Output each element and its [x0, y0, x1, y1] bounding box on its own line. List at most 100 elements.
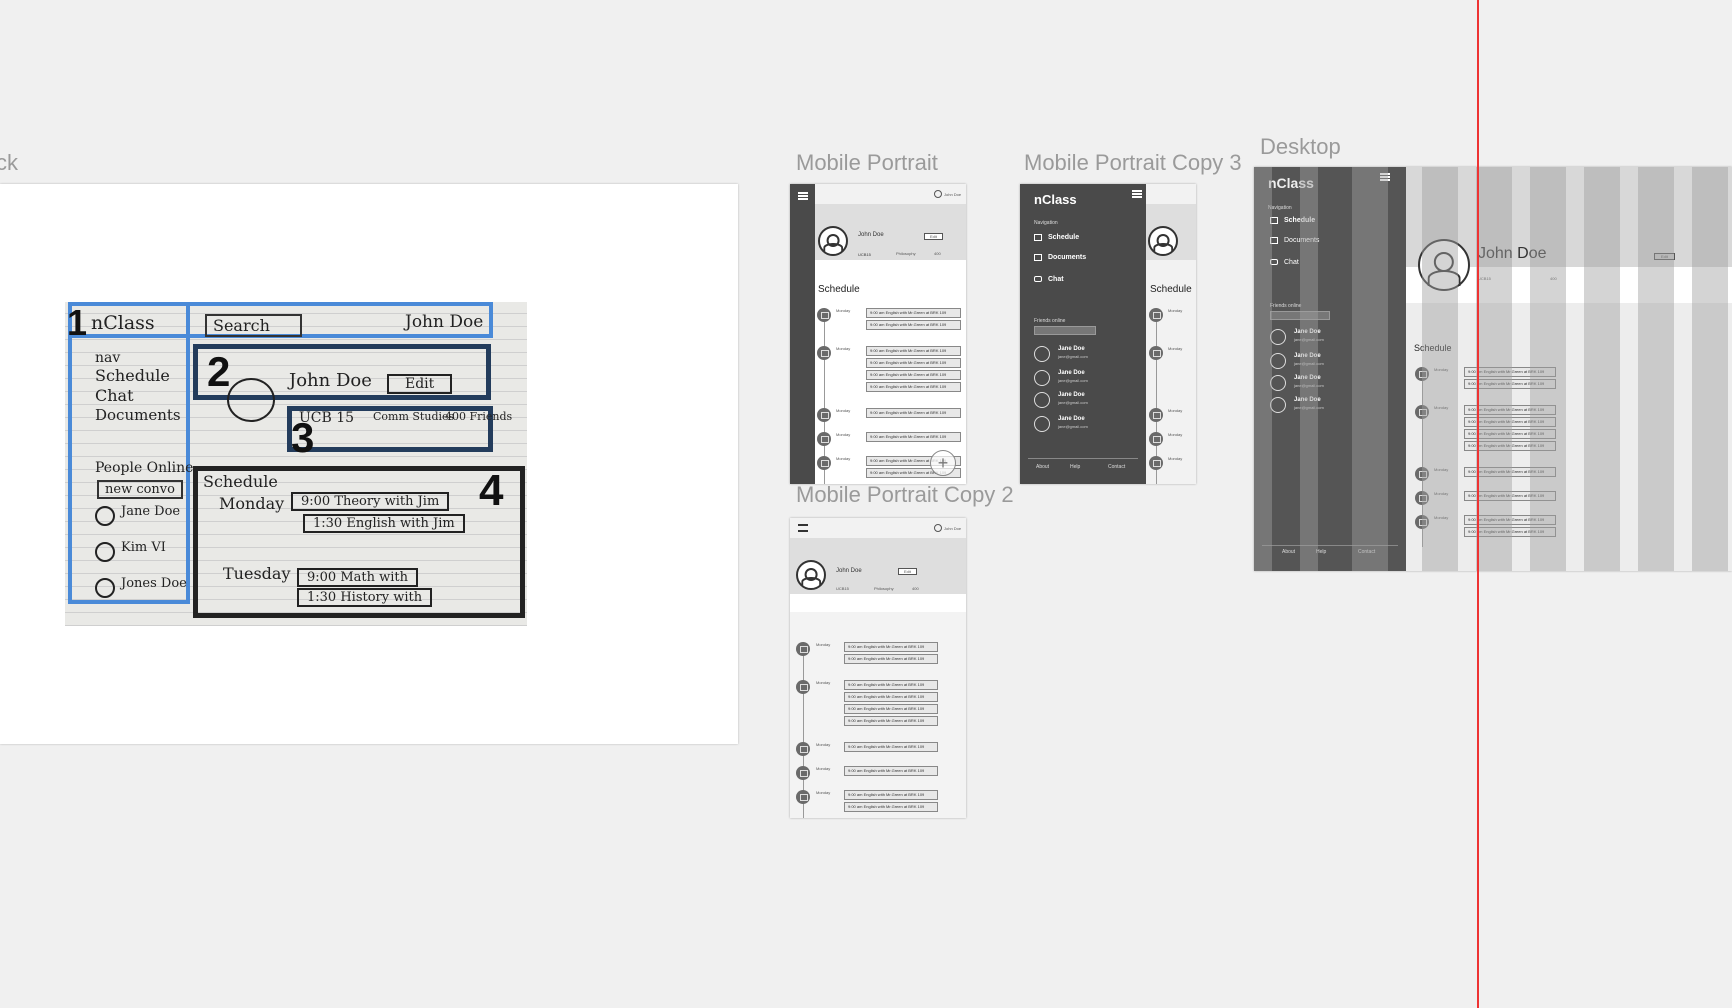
- day-label: Monday: [816, 766, 831, 771]
- day-label: Monday: [836, 346, 851, 351]
- day-label: Monday: [1168, 456, 1183, 461]
- friend-email: jane@gmail.com: [1058, 378, 1088, 383]
- mobile-copy2-label[interactable]: Mobile Portrait Copy 2: [796, 482, 1014, 508]
- sketch-avatar-icon: [95, 578, 115, 598]
- nav-item-chat[interactable]: Chat: [1048, 276, 1064, 283]
- mobile-copy3-label[interactable]: Mobile Portrait Copy 3: [1024, 150, 1242, 176]
- schedule-event[interactable]: 9:00 am English with Mr.Green at BRK 109: [866, 370, 961, 380]
- sketch-major: Comm Studies: [373, 410, 455, 423]
- calendar-icon: [1149, 346, 1163, 360]
- sketch-avatar-icon: [95, 506, 115, 526]
- sketch-person-2: Kim VI: [121, 540, 166, 555]
- day-label: Monday: [816, 742, 831, 747]
- user-chip-name[interactable]: John Doe: [944, 526, 961, 531]
- sketch-brand: nClass: [91, 312, 155, 334]
- friend-avatar-icon: [1034, 370, 1050, 386]
- day-label: Monday: [836, 432, 851, 437]
- sketch-monday-event-2: 1:30 English with Jim: [303, 514, 465, 533]
- mobile-portrait-artboard[interactable]: John Doe John Doe Edit UCB15 Philosophy …: [790, 184, 966, 484]
- stat-friends: 400: [912, 586, 919, 591]
- sketch-nav-chat: Chat: [95, 386, 134, 405]
- schedule-event[interactable]: 9:00 am English with Mr.Green at BRK 109: [844, 680, 938, 690]
- schedule-event[interactable]: 9:00 am English with Mr.Green at BRK 109: [866, 308, 961, 318]
- mobile-copy2-artboard[interactable]: John Doe John Doe Edit UCB15 Philosophy …: [790, 518, 966, 818]
- schedule-event[interactable]: 9:00 am English with Mr.Green at BRK 109: [844, 692, 938, 702]
- stat-friends: 400: [934, 251, 941, 256]
- layout-grid-column: [1300, 167, 1318, 571]
- calendar-icon: [1149, 432, 1163, 446]
- friends-heading: Friends online: [1270, 303, 1302, 309]
- schedule-event[interactable]: 9:00 am English with Mr.Green at BRK 109: [866, 382, 961, 392]
- desktop-label[interactable]: Desktop: [1260, 134, 1341, 160]
- edit-button[interactable]: Edit: [924, 233, 943, 240]
- mobile-portrait-label[interactable]: Mobile Portrait: [796, 150, 938, 176]
- schedule-event[interactable]: 9:00 am English with Mr.Green at BRK 109: [844, 742, 938, 752]
- schedule-event[interactable]: 9:00 am English with Mr.Green at BRK 109: [866, 320, 961, 330]
- layout-grid-column: [1352, 167, 1388, 571]
- footer-about-link[interactable]: About: [1036, 464, 1049, 470]
- nav-item-schedule[interactable]: Schedule: [1048, 234, 1079, 241]
- friend-name[interactable]: Jane Doe: [1058, 416, 1085, 422]
- sketch-profile-name: John Doe: [289, 370, 372, 391]
- schedule-event[interactable]: 9:00 am English with Mr.Green at BRK 109: [844, 642, 938, 652]
- edit-button[interactable]: Edit: [898, 568, 917, 575]
- schedule-event[interactable]: 9:00 am English with Mr.Green at BRK 109: [844, 790, 938, 800]
- hamburger-menu-icon[interactable]: [798, 524, 808, 532]
- schedule-event[interactable]: 9:00 am English with Mr.Green at BRK 109: [866, 346, 961, 356]
- schedule-event[interactable]: 9:00 am English with Mr.Green at BRK 109: [844, 766, 938, 776]
- friend-avatar-icon: [1034, 346, 1050, 362]
- layout-grid-column: [1638, 167, 1674, 571]
- schedule-event[interactable]: 9:00 am English with Mr.Green at BRK 109: [844, 716, 938, 726]
- side-rail: [790, 184, 815, 484]
- friend-avatar-icon: [1270, 329, 1286, 345]
- nav-item-chat[interactable]: Chat: [1284, 259, 1299, 266]
- add-fab-plus-icon[interactable]: +: [930, 450, 956, 476]
- desktop-artboard[interactable]: nClass Navigation Schedule Documents Cha…: [1254, 167, 1732, 571]
- friend-name[interactable]: Jane Doe: [1058, 346, 1085, 352]
- nav-item-documents[interactable]: Documents: [1048, 254, 1086, 261]
- hamburger-menu-icon[interactable]: [798, 192, 808, 200]
- sketch-nav-heading: nav: [95, 350, 121, 366]
- top-bar-peek: [1146, 184, 1196, 204]
- layout-grid-column: [1692, 167, 1728, 571]
- footer-about-link[interactable]: About: [1282, 549, 1295, 555]
- mobile-copy3-artboard[interactable]: nClass Navigation Schedule Documents Cha…: [1020, 184, 1196, 484]
- footer-contact-link[interactable]: Contact: [1108, 464, 1125, 470]
- schedule-event[interactable]: 9:00 am English with Mr.Green at BRK 109: [866, 408, 961, 418]
- sketch-tuesday-event-2: 1:30 History with: [297, 588, 433, 607]
- zone-number-1: 1: [67, 302, 88, 343]
- friends-search-input[interactable]: [1034, 326, 1096, 335]
- calendar-icon: [817, 456, 831, 470]
- sketch-search: Search: [205, 314, 302, 337]
- profile-avatar-icon: [796, 560, 826, 590]
- profile-avatar-icon: [1148, 226, 1178, 256]
- calendar-icon: [817, 408, 831, 422]
- hamburger-menu-icon[interactable]: [1132, 190, 1142, 198]
- vertical-guide-line[interactable]: [1477, 0, 1479, 1008]
- layout-grid-column: [1254, 167, 1272, 571]
- user-chip-name[interactable]: John Doe: [944, 192, 961, 197]
- schedule-event[interactable]: 9:00 am English with Mr.Green at BRK 109: [844, 654, 938, 664]
- calendar-icon: [796, 680, 810, 694]
- day-label: Monday: [836, 308, 851, 313]
- sketch-friends: 400 Friends: [445, 410, 513, 423]
- friend-name[interactable]: Jane Doe: [1058, 370, 1085, 376]
- day-label: Monday: [836, 456, 851, 461]
- calendar-icon: [817, 346, 831, 360]
- sketch-user: John Doe: [405, 312, 484, 332]
- sketch-nav-documents: Documents: [95, 406, 181, 424]
- sketch-nav-schedule: Schedule: [95, 366, 170, 385]
- sketch-profile-avatar-icon: [227, 378, 275, 422]
- sketch-avatar-icon: [95, 542, 115, 562]
- schedule-title: Schedule: [818, 284, 860, 295]
- schedule-event[interactable]: 9:00 am English with Mr.Green at BRK 109: [844, 704, 938, 714]
- brand-logo[interactable]: nClass: [1034, 192, 1077, 207]
- friend-name[interactable]: Jane Doe: [1058, 392, 1085, 398]
- schedule-event[interactable]: 9:00 am English with Mr.Green at BRK 109: [844, 802, 938, 812]
- sketch-artboard-label[interactable]: ck: [0, 150, 18, 176]
- footer-help-link[interactable]: Help: [1070, 464, 1080, 470]
- schedule-event[interactable]: 9:00 am English with Mr.Green at BRK 109: [866, 432, 961, 442]
- friend-avatar-icon: [1270, 397, 1286, 413]
- schedule-event[interactable]: 9:00 am English with Mr.Green at BRK 109: [866, 358, 961, 368]
- day-label: Monday: [1168, 346, 1183, 351]
